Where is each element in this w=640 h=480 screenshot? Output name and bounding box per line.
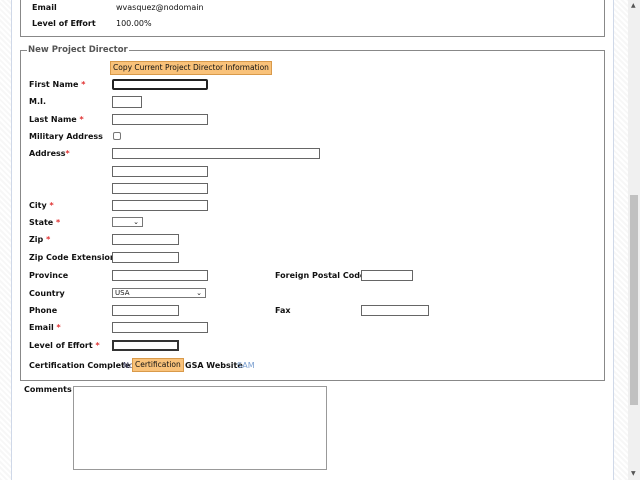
mi-input[interactable] [112,96,142,108]
province-label: Province [29,271,69,280]
state-select[interactable]: ⌄ [112,217,143,227]
comments-textarea[interactable] [73,386,327,470]
address-line2-input[interactable] [112,166,208,177]
fax-input[interactable] [361,305,429,316]
current-email-value: wvasquez@nodomain [116,3,204,12]
state-label: State * [29,218,61,227]
country-label: Country [29,289,65,298]
fax-label: Fax [275,306,291,315]
current-loe-value: 100.00% [116,19,152,28]
zip-ext-label: Zip Code Extension [29,253,116,262]
address-line1-input[interactable] [112,148,320,159]
current-loe-label: Level of Effort [32,19,96,28]
scrollbar-thumb[interactable] [630,195,638,405]
certification-button[interactable]: Certification [132,358,184,372]
chevron-down-icon: ⌄ [196,289,202,297]
scrollbar[interactable]: ▲ ▼ [628,0,640,480]
country-select[interactable]: USA ⌄ [112,288,206,298]
chevron-down-icon: ⌄ [133,218,139,226]
first-name-input[interactable] [112,79,208,90]
sam-link[interactable]: SAM [237,361,255,370]
copy-director-button[interactable]: Copy Current Project Director Informatio… [110,61,272,75]
phone-input[interactable] [112,305,179,316]
gsa-label: GSA Website [185,361,243,370]
last-name-label: Last Name * [29,115,84,124]
loe-input[interactable] [112,340,179,351]
current-director-fieldset [20,0,605,37]
email-input[interactable] [112,322,208,333]
email-label: Email * [29,323,61,332]
mi-label: M.I. [29,97,47,106]
zip-label: Zip * [29,235,51,244]
loe-label: Level of Effort * [29,341,100,350]
province-input[interactable] [112,270,208,281]
city-input[interactable] [112,200,208,211]
first-name-label: First Name * [29,80,86,89]
military-address-label: Military Address [29,132,103,141]
foreign-postal-input[interactable] [361,270,413,281]
scroll-down-icon[interactable]: ▼ [631,470,636,477]
phone-label: Phone [29,306,58,315]
military-address-checkbox[interactable] [113,132,121,140]
fieldset-legend: New Project Director [27,45,129,55]
city-label: City * [29,201,54,210]
address-line3-input[interactable] [112,183,208,194]
left-margin [0,0,12,480]
right-margin [613,0,628,480]
new-project-director-fieldset: New Project Director [20,45,605,381]
scroll-up-icon[interactable]: ▲ [631,2,636,9]
current-email-label: Email [32,3,57,12]
address-label: Address* [29,149,70,158]
cert-label: Certification Complete [29,361,131,370]
zip-ext-input[interactable] [112,252,179,263]
zip-input[interactable] [112,234,179,245]
last-name-input[interactable] [112,114,208,125]
foreign-postal-label: Foreign Postal Code [275,271,366,280]
comments-label: Comments [24,385,72,394]
